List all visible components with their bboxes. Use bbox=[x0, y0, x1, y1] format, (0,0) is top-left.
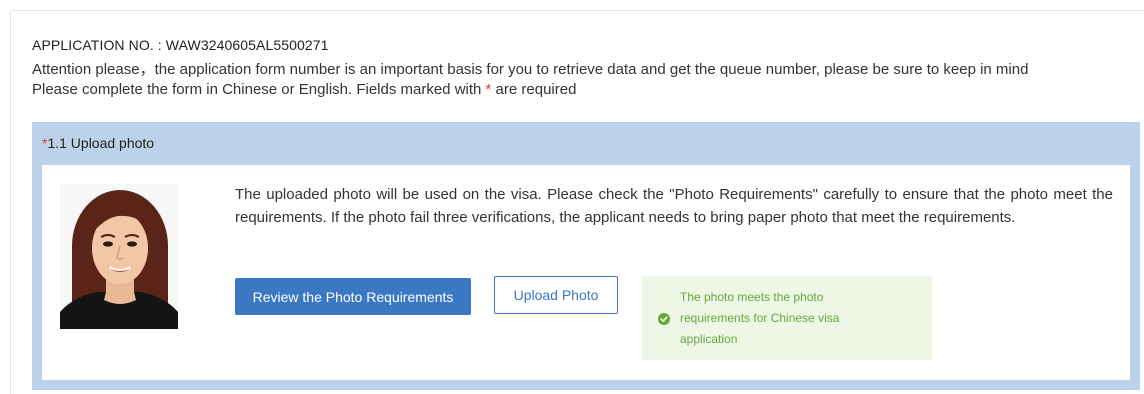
instructions-text: Please complete the form in Chinese or E… bbox=[32, 81, 486, 98]
applicant-photo bbox=[60, 184, 178, 329]
success-message: The photo meets the photo requirements f… bbox=[680, 290, 840, 346]
instructions-text-end: are required bbox=[491, 81, 577, 98]
upload-photo-section: *1.1 Upload photo The uploaded photo wil… bbox=[32, 122, 1140, 390]
applicant-portrait bbox=[60, 184, 178, 329]
review-photo-requirements-button[interactable]: Review the Photo Requirements bbox=[235, 278, 471, 315]
section-body: The uploaded photo will be used on the v… bbox=[42, 165, 1130, 380]
section-title: *1.1 Upload photo bbox=[42, 135, 154, 151]
form-instructions: Please complete the form in Chinese or E… bbox=[32, 81, 576, 98]
upload-photo-button[interactable]: Upload Photo bbox=[494, 276, 618, 314]
photo-description: The uploaded photo will be used on the v… bbox=[235, 186, 1113, 226]
section-title-label: 1.1 Upload photo bbox=[47, 135, 155, 151]
check-circle-icon bbox=[658, 313, 670, 325]
application-number: APPLICATION NO. : WAW3240605AL5500271 bbox=[32, 37, 329, 53]
attention-notice: Attention please，the application form nu… bbox=[32, 61, 1029, 78]
photo-verification-status: The photo meets the photo requirements f… bbox=[642, 276, 932, 360]
